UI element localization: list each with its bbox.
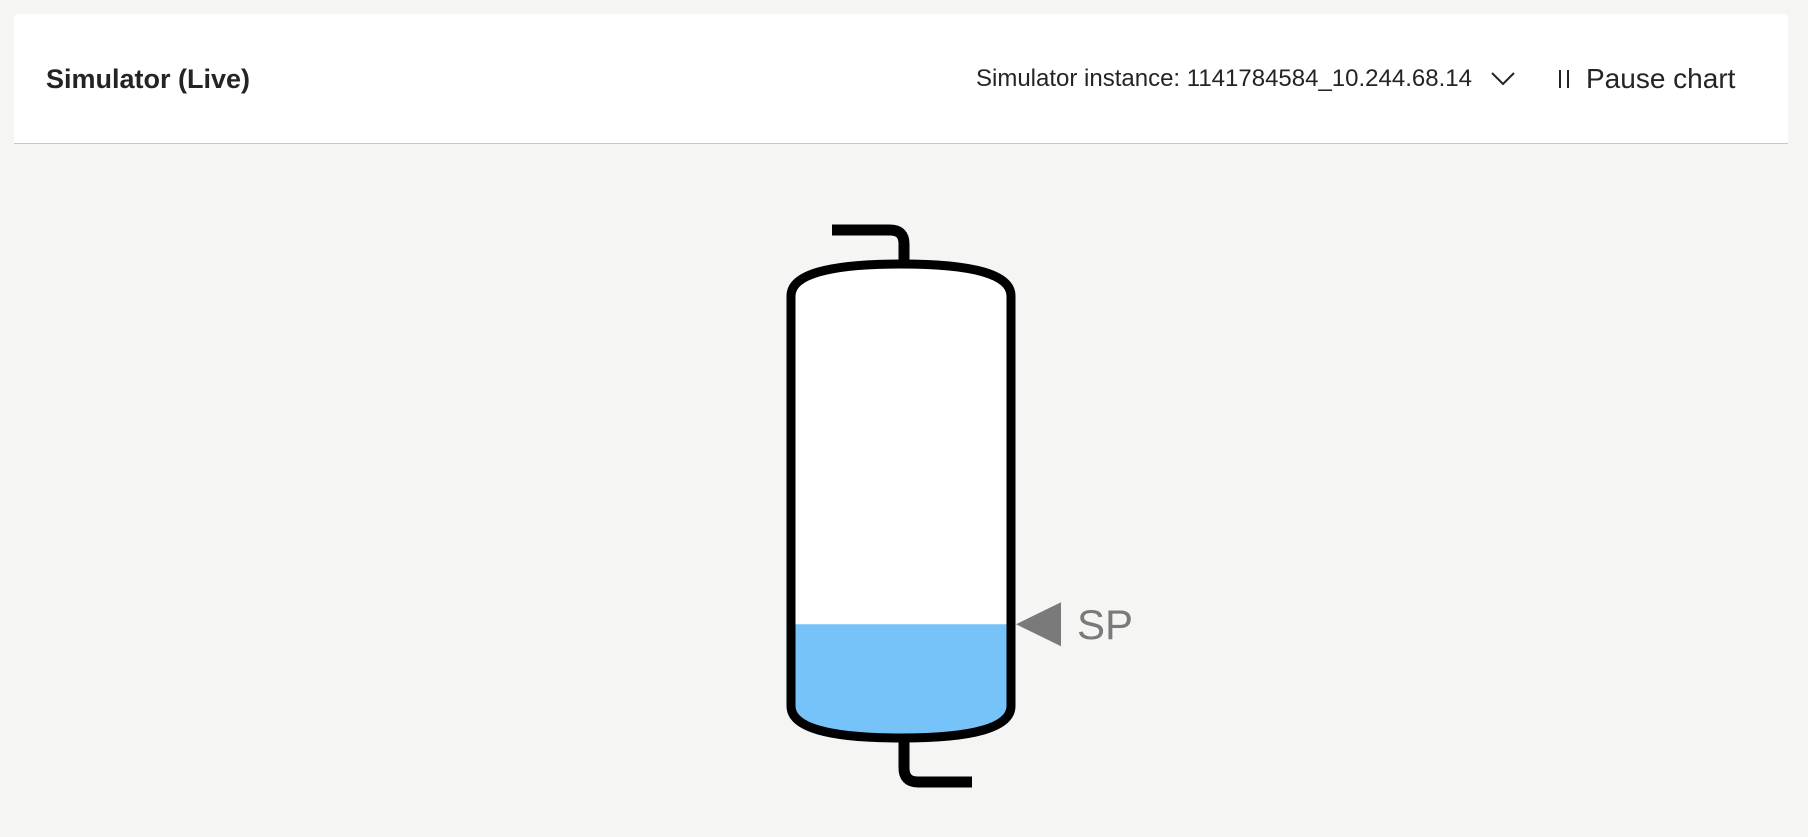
pause-icon: [1559, 70, 1569, 88]
simulator-instance-label: Simulator instance: 1141784584_10.244.68…: [976, 65, 1472, 93]
chevron-down-icon: [1491, 72, 1515, 86]
outlet-pipe: [898, 738, 972, 788]
setpoint-label: SP: [1077, 601, 1133, 648]
header-bar: Simulator (Live) Simulator instance: 114…: [14, 14, 1788, 144]
simulator-instance-value: 1141784584_10.244.68.14: [1186, 65, 1472, 92]
inlet-pipe: [832, 224, 910, 264]
setpoint-triangle-icon: [1016, 602, 1061, 647]
simulator-instance-prefix: Simulator instance:: [976, 65, 1187, 92]
pause-chart-label: Pause chart: [1586, 63, 1736, 94]
simulator-instance-dropdown[interactable]: Simulator instance: 1141784584_10.244.68…: [976, 14, 1516, 144]
pause-chart-button[interactable]: Pause chart: [1556, 14, 1735, 144]
setpoint-marker: SP: [1016, 601, 1133, 648]
simulator-canvas: SP: [0, 146, 1808, 832]
tank-diagram: SP: [786, 224, 1133, 788]
page-title: Simulator (Live): [46, 64, 251, 94]
